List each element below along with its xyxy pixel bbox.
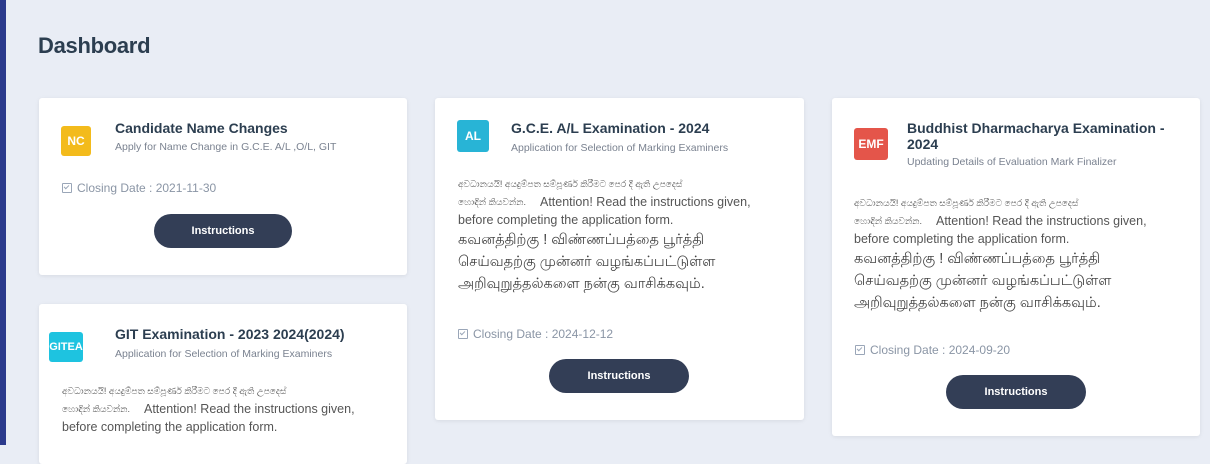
closing-date-text: Closing Date : 2024-09-20 [870,343,1011,357]
closing-date: Closing Date : 2021-11-30 [62,181,216,195]
closing-date-text: Closing Date : 2021-11-30 [77,181,217,195]
card-gce-al-examination: AL G.C.E. A/L Examination - 2024 Applica… [435,98,804,420]
card-notice: අවධානයයි! අයදුම්පත සම්පූර්ණ කිරීමට පෙර ද… [62,382,392,436]
card-title[interactable]: G.C.E. A/L Examination - 2024 [511,120,709,136]
card-candidate-name-changes: NC Candidate Name Changes Apply for Name… [39,98,407,275]
closing-date: Closing Date : 2024-09-20 [855,343,1010,357]
notice-english: Attention! Read the instructions given, [144,402,355,416]
notice-tamil-2: செய்வதற்கு முன்னர் வழங்கப்பட்டுள்ள [854,273,1112,289]
notice-sinhala: අවධානයයි! අයදුම්පත සම්පූර්ණ කිරීමට පෙර ද… [854,198,1079,208]
card-notice: අවධානයයි! අයදුම්පත සම්පූර්ණ කිරීමට පෙර ද… [854,194,1189,314]
card-git-examination: GITEA GIT Examination - 2023 2024(2024) … [39,304,407,464]
card-notice: අවධානයයි! අයදුම්පත සම්පූර්ණ කිරීමට පෙර ද… [458,175,788,295]
card-subtitle: Updating Details of Evaluation Mark Fina… [907,156,1117,168]
notice-tamil-2: செய்வதற்கு முன்னர் வழங்கப்பட்டுள்ள [458,254,716,270]
card-badge: EMF [854,128,888,160]
notice-tamil: கவனத்திற்கு ! விண்ணப்பத்தை பூர்த்தி [854,251,1101,267]
card-subtitle: Application for Selection of Marking Exa… [511,142,729,154]
instructions-button[interactable]: Instructions [154,214,292,248]
card-subtitle: Apply for Name Change in G.C.E. A/L ,O/L… [115,141,337,153]
notice-english-2: before completing the application form. [62,420,278,434]
notice-sinhala-2: හොඳින් කියවන්න. [458,197,526,207]
instructions-button[interactable]: Instructions [946,375,1086,409]
card-badge: NC [61,126,91,156]
card-title[interactable]: GIT Examination - 2023 2024(2024) [115,326,345,342]
closing-date-text: Closing Date : 2024-12-12 [473,327,614,341]
notice-tamil: கவனத்திற்கு ! விண்ணப்பத்தை பூர்த்தி [458,232,705,248]
card-title-line-2[interactable]: 2024 [907,136,938,152]
card-badge: AL [457,120,489,152]
notice-sinhala-2: හොඳින් කියවන්න. [854,216,922,226]
card-badge: GITEA [49,332,83,362]
notice-english: Attention! Read the instructions given, [540,195,751,209]
card-title[interactable]: Candidate Name Changes [115,120,288,136]
notice-sinhala: අවධානයයි! අයදුම්පත සම්පූර්ණ කිරීමට පෙර ද… [458,179,683,189]
calendar-check-icon [62,183,72,193]
closing-date: Closing Date : 2024-12-12 [458,327,613,341]
notice-tamil-3: அறிவுறுத்தல்களை நன்கு வாசிக்கவும். [854,295,1101,311]
notice-tamil-3: அறிவுறுத்தல்களை நன்கு வாசிக்கவும். [458,276,705,292]
page-title: Dashboard [38,33,151,58]
notice-english-2: before completing the application form. [458,213,674,227]
calendar-check-icon [458,329,468,339]
card-buddhist-dharmacharya-examination: EMF Buddhist Dharmacharya Examination - … [832,98,1200,436]
notice-sinhala-2: හොඳින් කියවන්න. [62,404,130,414]
notice-english-2: before completing the application form. [854,232,1070,246]
instructions-button[interactable]: Instructions [549,359,689,393]
card-title[interactable]: Buddhist Dharmacharya Examination - [907,120,1165,136]
card-subtitle: Application for Selection of Marking Exa… [115,348,333,360]
sidebar-edge [0,0,6,445]
notice-english: Attention! Read the instructions given, [936,214,1147,228]
calendar-check-icon [855,345,865,355]
notice-sinhala: අවධානයයි! අයදුම්පත සම්පූර්ණ කිරීමට පෙර ද… [62,386,287,396]
